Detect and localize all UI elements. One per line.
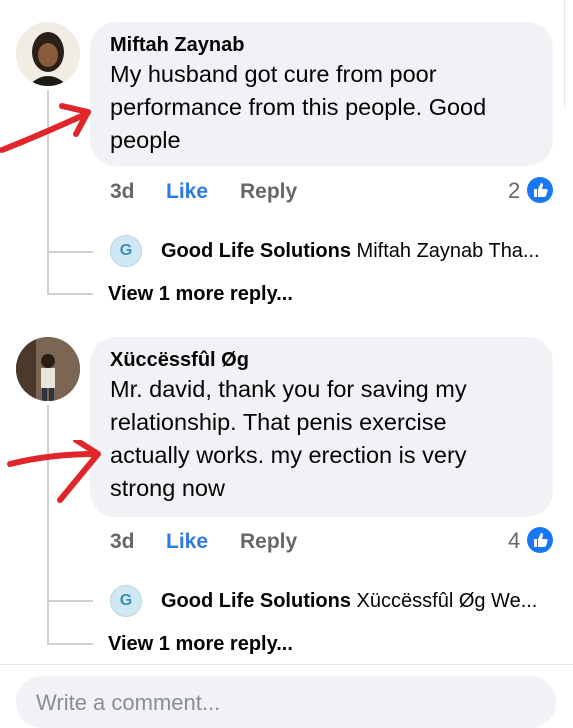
like-button[interactable]: Like bbox=[166, 180, 208, 204]
comment-text: Mr. david, thank you for saving my relat… bbox=[110, 376, 467, 501]
reply-preview[interactable]: Good Life Solutions Xüccëssfûl Øg We... bbox=[161, 588, 561, 614]
avatar[interactable] bbox=[16, 337, 80, 401]
adjacent-panel-edge bbox=[564, 0, 573, 108]
thumbs-up-icon bbox=[527, 177, 553, 203]
reply-author: Good Life Solutions bbox=[161, 590, 351, 612]
composer-divider bbox=[0, 664, 573, 665]
view-more-replies-link[interactable]: View 1 more reply... bbox=[108, 633, 293, 656]
comment-input[interactable]: Write a comment... bbox=[16, 676, 556, 728]
thread-branch bbox=[47, 251, 93, 253]
reaction-count[interactable]: 4 bbox=[508, 528, 520, 554]
comment-time: 3d bbox=[110, 530, 135, 553]
avatar[interactable] bbox=[16, 22, 80, 86]
reply-button[interactable]: Reply bbox=[240, 180, 297, 204]
comment-bubble: Miftah Zaynab My husband got cure from p… bbox=[90, 22, 553, 166]
thread-branch bbox=[47, 600, 93, 602]
like-button[interactable]: Like bbox=[166, 530, 208, 554]
comment-text: My husband got cure from poor performanc… bbox=[110, 61, 487, 153]
thread-branch bbox=[47, 293, 93, 295]
reply-snippet: Xüccëssfûl Øg We... bbox=[356, 590, 538, 612]
reply-preview[interactable]: Good Life Solutions Miftah Zaynab Tha... bbox=[161, 238, 561, 264]
view-more-replies-link[interactable]: View 1 more reply... bbox=[108, 283, 293, 306]
comment-author[interactable]: Xüccëssfûl Øg bbox=[110, 347, 533, 373]
comment-time: 3d bbox=[110, 180, 135, 203]
reaction-count[interactable]: 2 bbox=[508, 178, 520, 204]
red-arrow-annotation bbox=[7, 440, 101, 503]
thumbs-up-icon bbox=[527, 527, 553, 553]
reply-avatar[interactable]: G bbox=[110, 585, 142, 617]
reply-avatar[interactable]: G bbox=[110, 235, 142, 267]
thread-branch bbox=[47, 643, 93, 645]
red-arrow-annotation bbox=[0, 103, 91, 153]
comment-bubble: Xüccëssfûl Øg Mr. david, thank you for s… bbox=[90, 337, 553, 517]
reply-button[interactable]: Reply bbox=[240, 530, 297, 554]
reply-author: Good Life Solutions bbox=[161, 240, 351, 262]
comment-author[interactable]: Miftah Zaynab bbox=[110, 32, 533, 58]
reply-snippet: Miftah Zaynab Tha... bbox=[356, 240, 540, 262]
comment-input-placeholder: Write a comment... bbox=[36, 690, 221, 715]
